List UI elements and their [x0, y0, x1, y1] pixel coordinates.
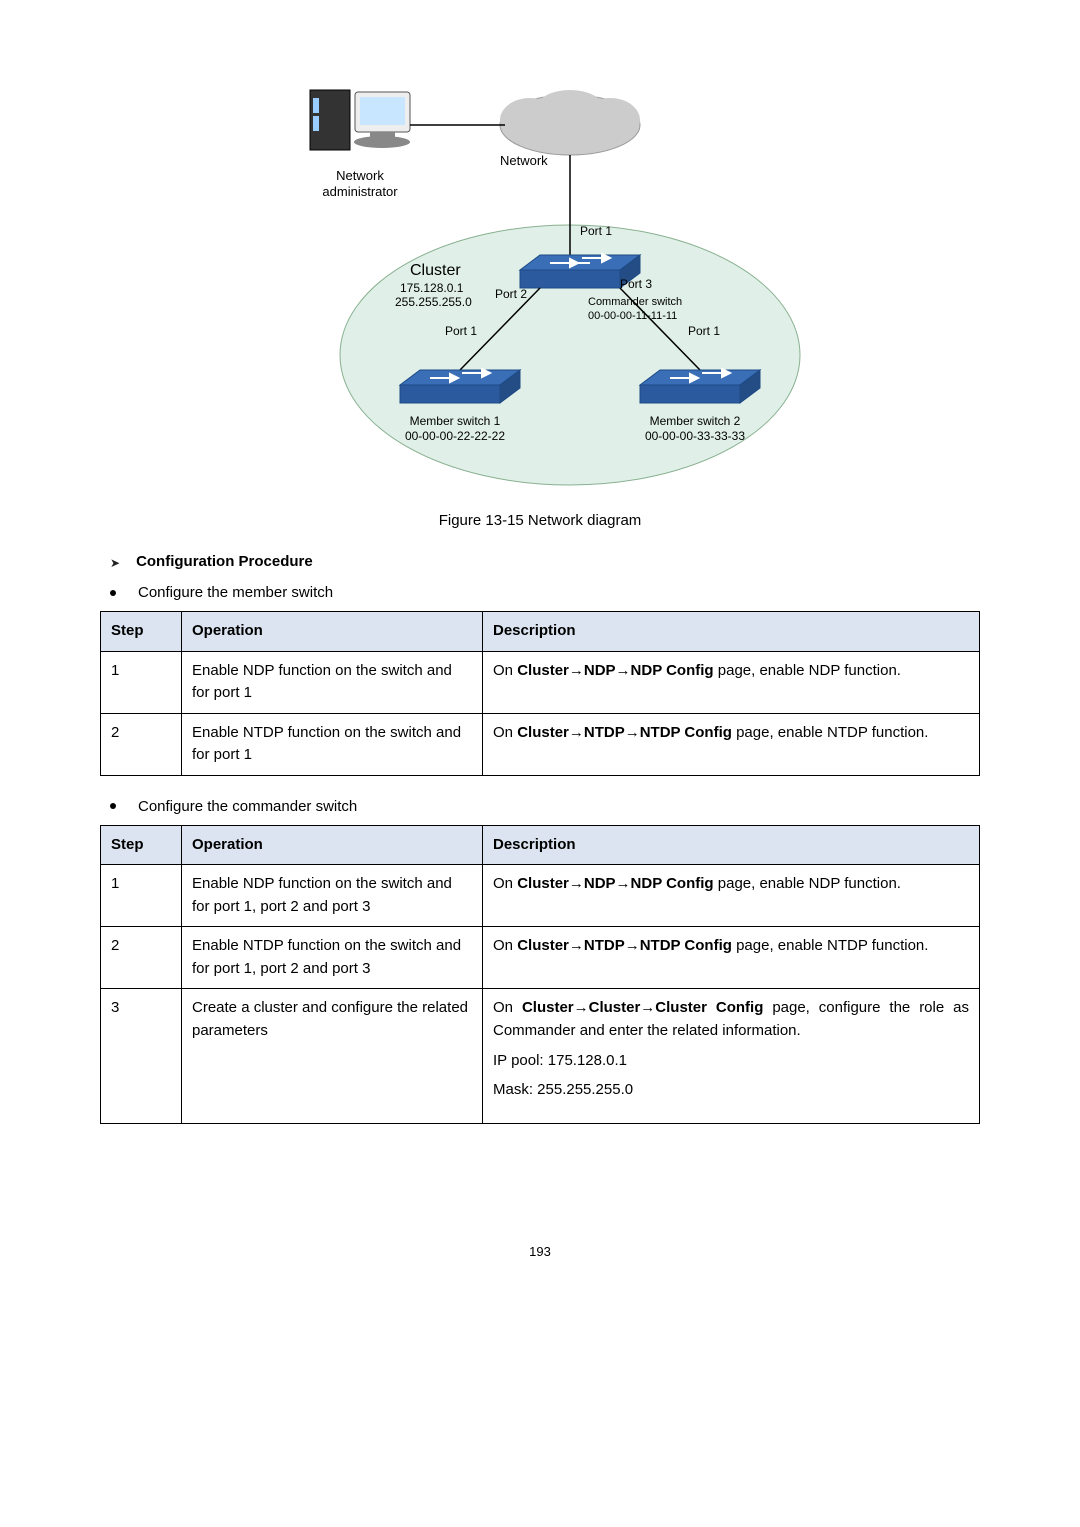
th-step: Step [101, 825, 182, 865]
member-switch-1-icon [400, 369, 520, 403]
mask-line: Mask: 255.255.255.0 [493, 1079, 969, 1102]
op-cell: Create a cluster and configure the relat… [182, 989, 483, 1124]
bullet-commander: Configure the commander switch [138, 798, 357, 815]
op-cell: Enable NDP function on the switch and fo… [182, 865, 483, 927]
desc-cell: On Cluster→NTDP→NTDP Config page, enable… [483, 927, 980, 989]
desc-cell: On Cluster→Cluster→Cluster Config page, … [483, 989, 980, 1124]
op-cell: Enable NTDP function on the switch and f… [182, 713, 483, 775]
cluster-mask: 255.255.255.0 [395, 295, 472, 309]
member-switch-2-icon [640, 369, 760, 403]
admin-label-2: administrator [322, 184, 398, 199]
port3-label: Port 3 [620, 277, 652, 291]
member1-name: Member switch 1 [410, 414, 501, 428]
step-cell: 1 [101, 651, 182, 713]
admin-label-1: Network [336, 168, 384, 183]
member2-name: Member switch 2 [650, 414, 741, 428]
cluster-title: Cluster [410, 262, 461, 279]
member2-mac: 00-00-00-33-33-33 [645, 429, 745, 443]
th-step: Step [101, 612, 182, 652]
port1-left: Port 1 [445, 324, 477, 338]
step-cell: 1 [101, 865, 182, 927]
desc-cell: On Cluster→NDP→NDP Config page, enable N… [483, 865, 980, 927]
commander-mac: 00-00-00-11-11-11 [588, 310, 677, 322]
cloud-icon [500, 90, 640, 155]
chevron-icon: ➤ [110, 556, 120, 570]
table-row: 2 Enable NTDP function on the switch and… [101, 713, 980, 775]
pc-icon [310, 90, 410, 150]
th-operation: Operation [182, 825, 483, 865]
bullet-icon [110, 590, 116, 596]
table-row: 1 Enable NDP function on the switch and … [101, 865, 980, 927]
network-diagram: Network administrator Network Cluster 17… [270, 80, 810, 494]
port2-label: Port 2 [495, 287, 527, 301]
page-number: 193 [100, 1244, 980, 1259]
step-cell: 2 [101, 713, 182, 775]
ip-pool-line: IP pool: 175.128.0.1 [493, 1050, 969, 1073]
commander-switch-table: Step Operation Description 1 Enable NDP … [100, 825, 980, 1125]
figure-caption: Figure 13-15 Network diagram [100, 512, 980, 529]
commander-name: Commander switch [588, 296, 682, 308]
table-row: 1 Enable NDP function on the switch and … [101, 651, 980, 713]
bullet-icon [110, 803, 116, 809]
section-title: Configuration Procedure [136, 553, 313, 570]
desc-cell: On Cluster→NDP→NDP Config page, enable N… [483, 651, 980, 713]
step-cell: 2 [101, 927, 182, 989]
table-row: 3 Create a cluster and configure the rel… [101, 989, 980, 1124]
desc-cell: On Cluster→NTDP→NTDP Config page, enable… [483, 713, 980, 775]
member-switch-table: Step Operation Description 1 Enable NDP … [100, 611, 980, 776]
port1-right: Port 1 [688, 324, 720, 338]
cluster-ip: 175.128.0.1 [400, 281, 464, 295]
network-label: Network [500, 153, 548, 168]
step-cell: 3 [101, 989, 182, 1124]
th-operation: Operation [182, 612, 483, 652]
op-cell: Enable NDP function on the switch and fo… [182, 651, 483, 713]
port1-top: Port 1 [580, 224, 612, 238]
op-cell: Enable NTDP function on the switch and f… [182, 927, 483, 989]
table-row: 2 Enable NTDP function on the switch and… [101, 927, 980, 989]
th-description: Description [483, 612, 980, 652]
bullet-member: Configure the member switch [138, 584, 333, 601]
member1-mac: 00-00-00-22-22-22 [405, 429, 505, 443]
th-description: Description [483, 825, 980, 865]
